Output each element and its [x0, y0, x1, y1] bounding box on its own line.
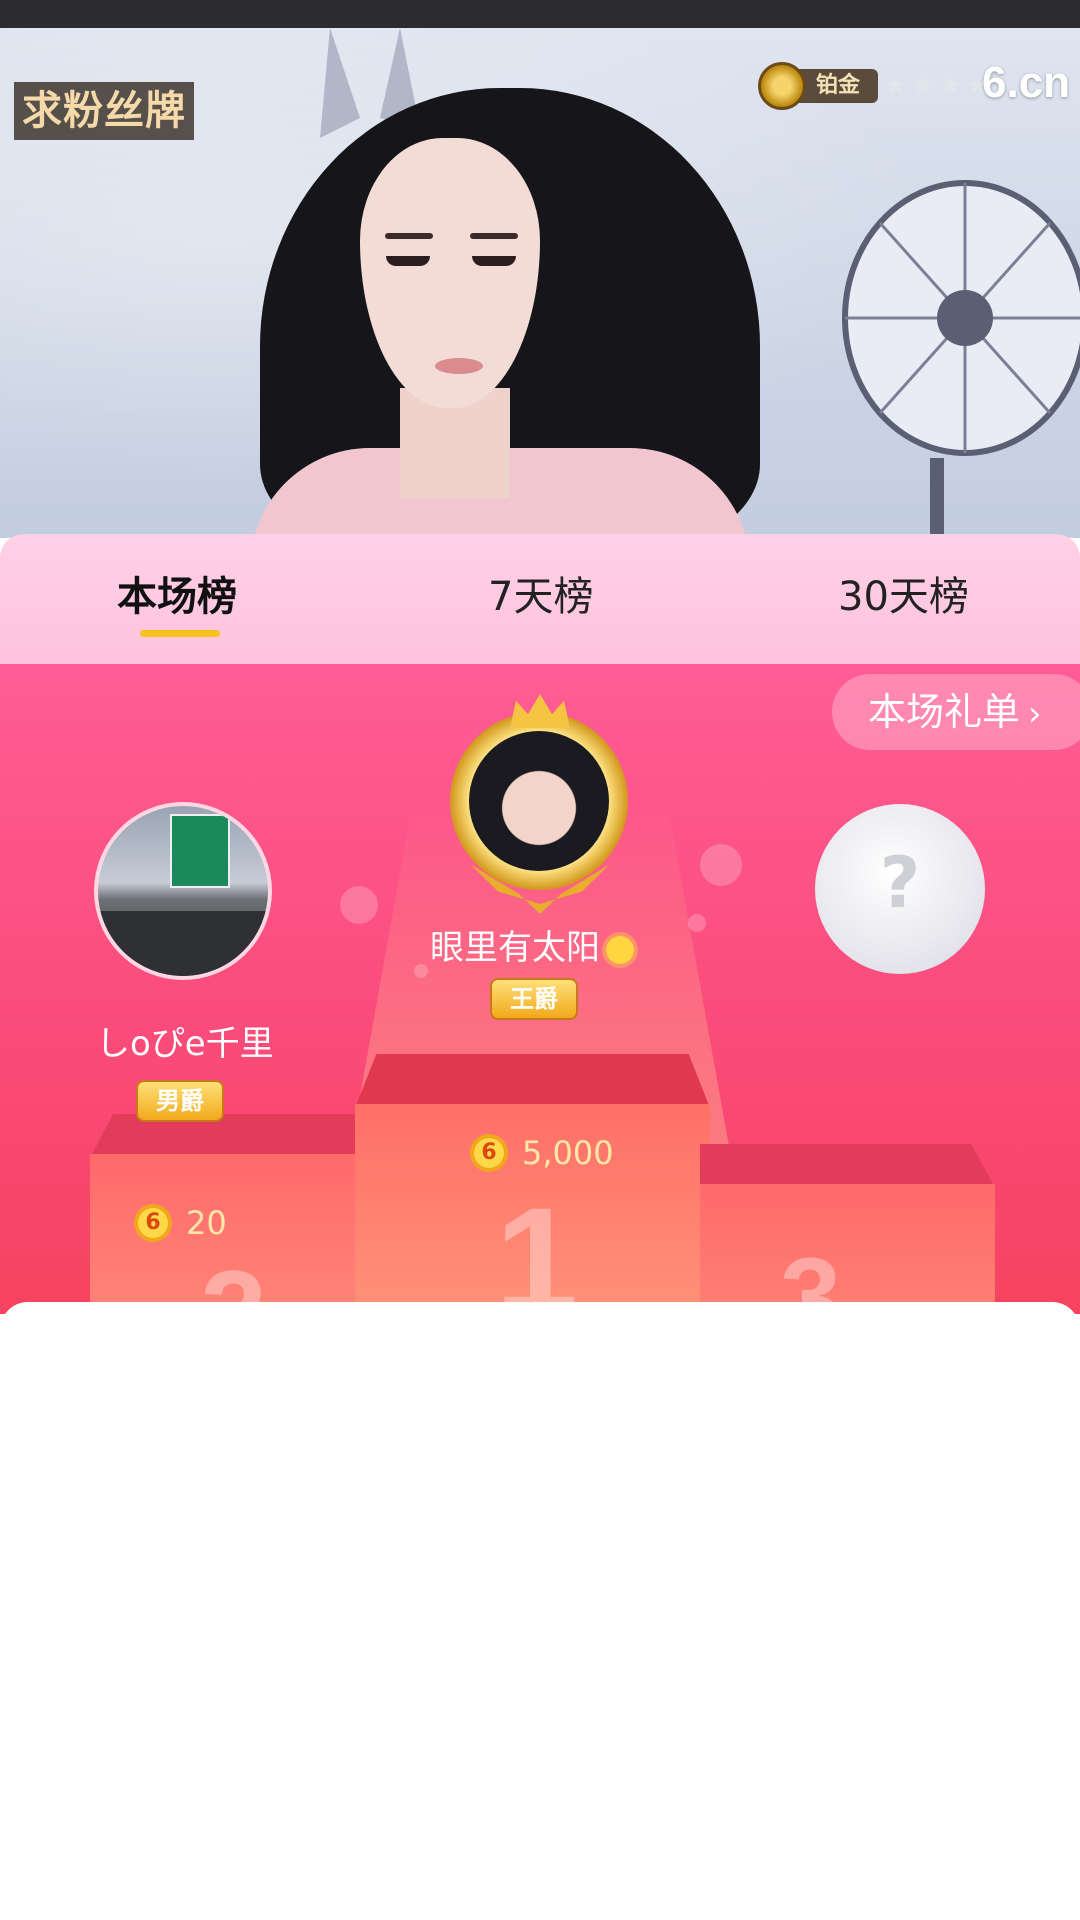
live-video[interactable]: 求粉丝牌 铂金 ★ ★ ★ ★ 6.cn: [0, 28, 1080, 538]
crown-icon: [510, 694, 570, 728]
star-icon: ★: [911, 71, 935, 101]
tab-30-days[interactable]: 30天榜: [838, 564, 969, 622]
question-mark-icon: ?: [879, 842, 921, 924]
avatar-second-place[interactable]: [94, 802, 272, 980]
gift-list-label: 本场礼单: [868, 690, 1021, 734]
road-sign-image: [170, 814, 230, 888]
podium-top: [90, 1114, 380, 1158]
podium-top: [355, 1054, 710, 1108]
rank-number-1: 1: [495, 1176, 579, 1314]
streamer-eye: [386, 256, 430, 266]
ranking-tabs: 本场榜 7天榜 30天榜: [0, 534, 1080, 664]
tab-7-days[interactable]: 7天榜: [488, 564, 593, 622]
first-place-name[interactable]: 眼里有太阳: [430, 920, 634, 969]
podium-block-first: 1: [355, 1054, 710, 1314]
podium-top: [700, 1144, 995, 1188]
bubble-decoration: [414, 964, 428, 978]
fan-badge-button[interactable]: 求粉丝牌: [14, 82, 194, 140]
coin-icon: 6: [470, 1134, 508, 1172]
second-place-coins: 6 20: [134, 1204, 227, 1242]
tab-current-show[interactable]: 本场榜: [117, 564, 237, 622]
second-place-name[interactable]: しoぴe千里: [96, 1016, 274, 1065]
coin-icon: 6: [134, 1204, 172, 1242]
star-icon: ★: [884, 71, 908, 101]
status-bar: [0, 0, 1080, 28]
anchor-level-badge[interactable]: 铂金 ★ ★ ★ ★: [758, 62, 989, 110]
chevron-right-icon: ›: [1028, 694, 1042, 734]
site-logo: 6.cn: [982, 58, 1071, 107]
coin-amount: 5,000: [522, 1134, 614, 1172]
podium-block-third: 3: [700, 1144, 995, 1314]
gift-list-button[interactable]: 本场礼单 ›: [832, 674, 1080, 750]
streamer-lips: [435, 358, 483, 374]
bubble-decoration: [700, 844, 742, 886]
platinum-medal-icon: [758, 62, 806, 110]
first-place-coins: 6 5,000: [470, 1134, 614, 1172]
avatar-third-place-empty: ?: [815, 804, 985, 974]
noble-title-badge: 男爵: [136, 1080, 224, 1122]
level-label: 铂金: [794, 69, 879, 103]
leaderboard-podium: 本场礼单 › 2 1 3 しoぴe千里 男爵 6 20 眼里有太阳 王爵 6 5,…: [0, 664, 1080, 1314]
fan-stand: [930, 458, 944, 538]
ranking-list-panel: [0, 1302, 1080, 1920]
bubble-decoration: [688, 914, 706, 932]
active-tab-indicator: [140, 630, 220, 637]
podium-front: [700, 1184, 995, 1314]
coin-amount: 20: [186, 1204, 227, 1242]
avatar-first-place[interactable]: [469, 731, 609, 871]
streamer-brow: [385, 233, 433, 239]
streamer-brow: [470, 233, 518, 239]
first-place-name-text: 眼里有太阳: [430, 928, 600, 968]
star-icon: ★: [938, 71, 962, 101]
sun-icon: [606, 935, 634, 964]
streamer-eye: [472, 256, 516, 266]
noble-title-badge: 王爵: [490, 978, 578, 1020]
road-image: [98, 911, 268, 976]
bubble-decoration: [340, 886, 378, 924]
level-stars: ★ ★ ★ ★: [884, 71, 989, 101]
fan-decoration: [842, 180, 1080, 456]
